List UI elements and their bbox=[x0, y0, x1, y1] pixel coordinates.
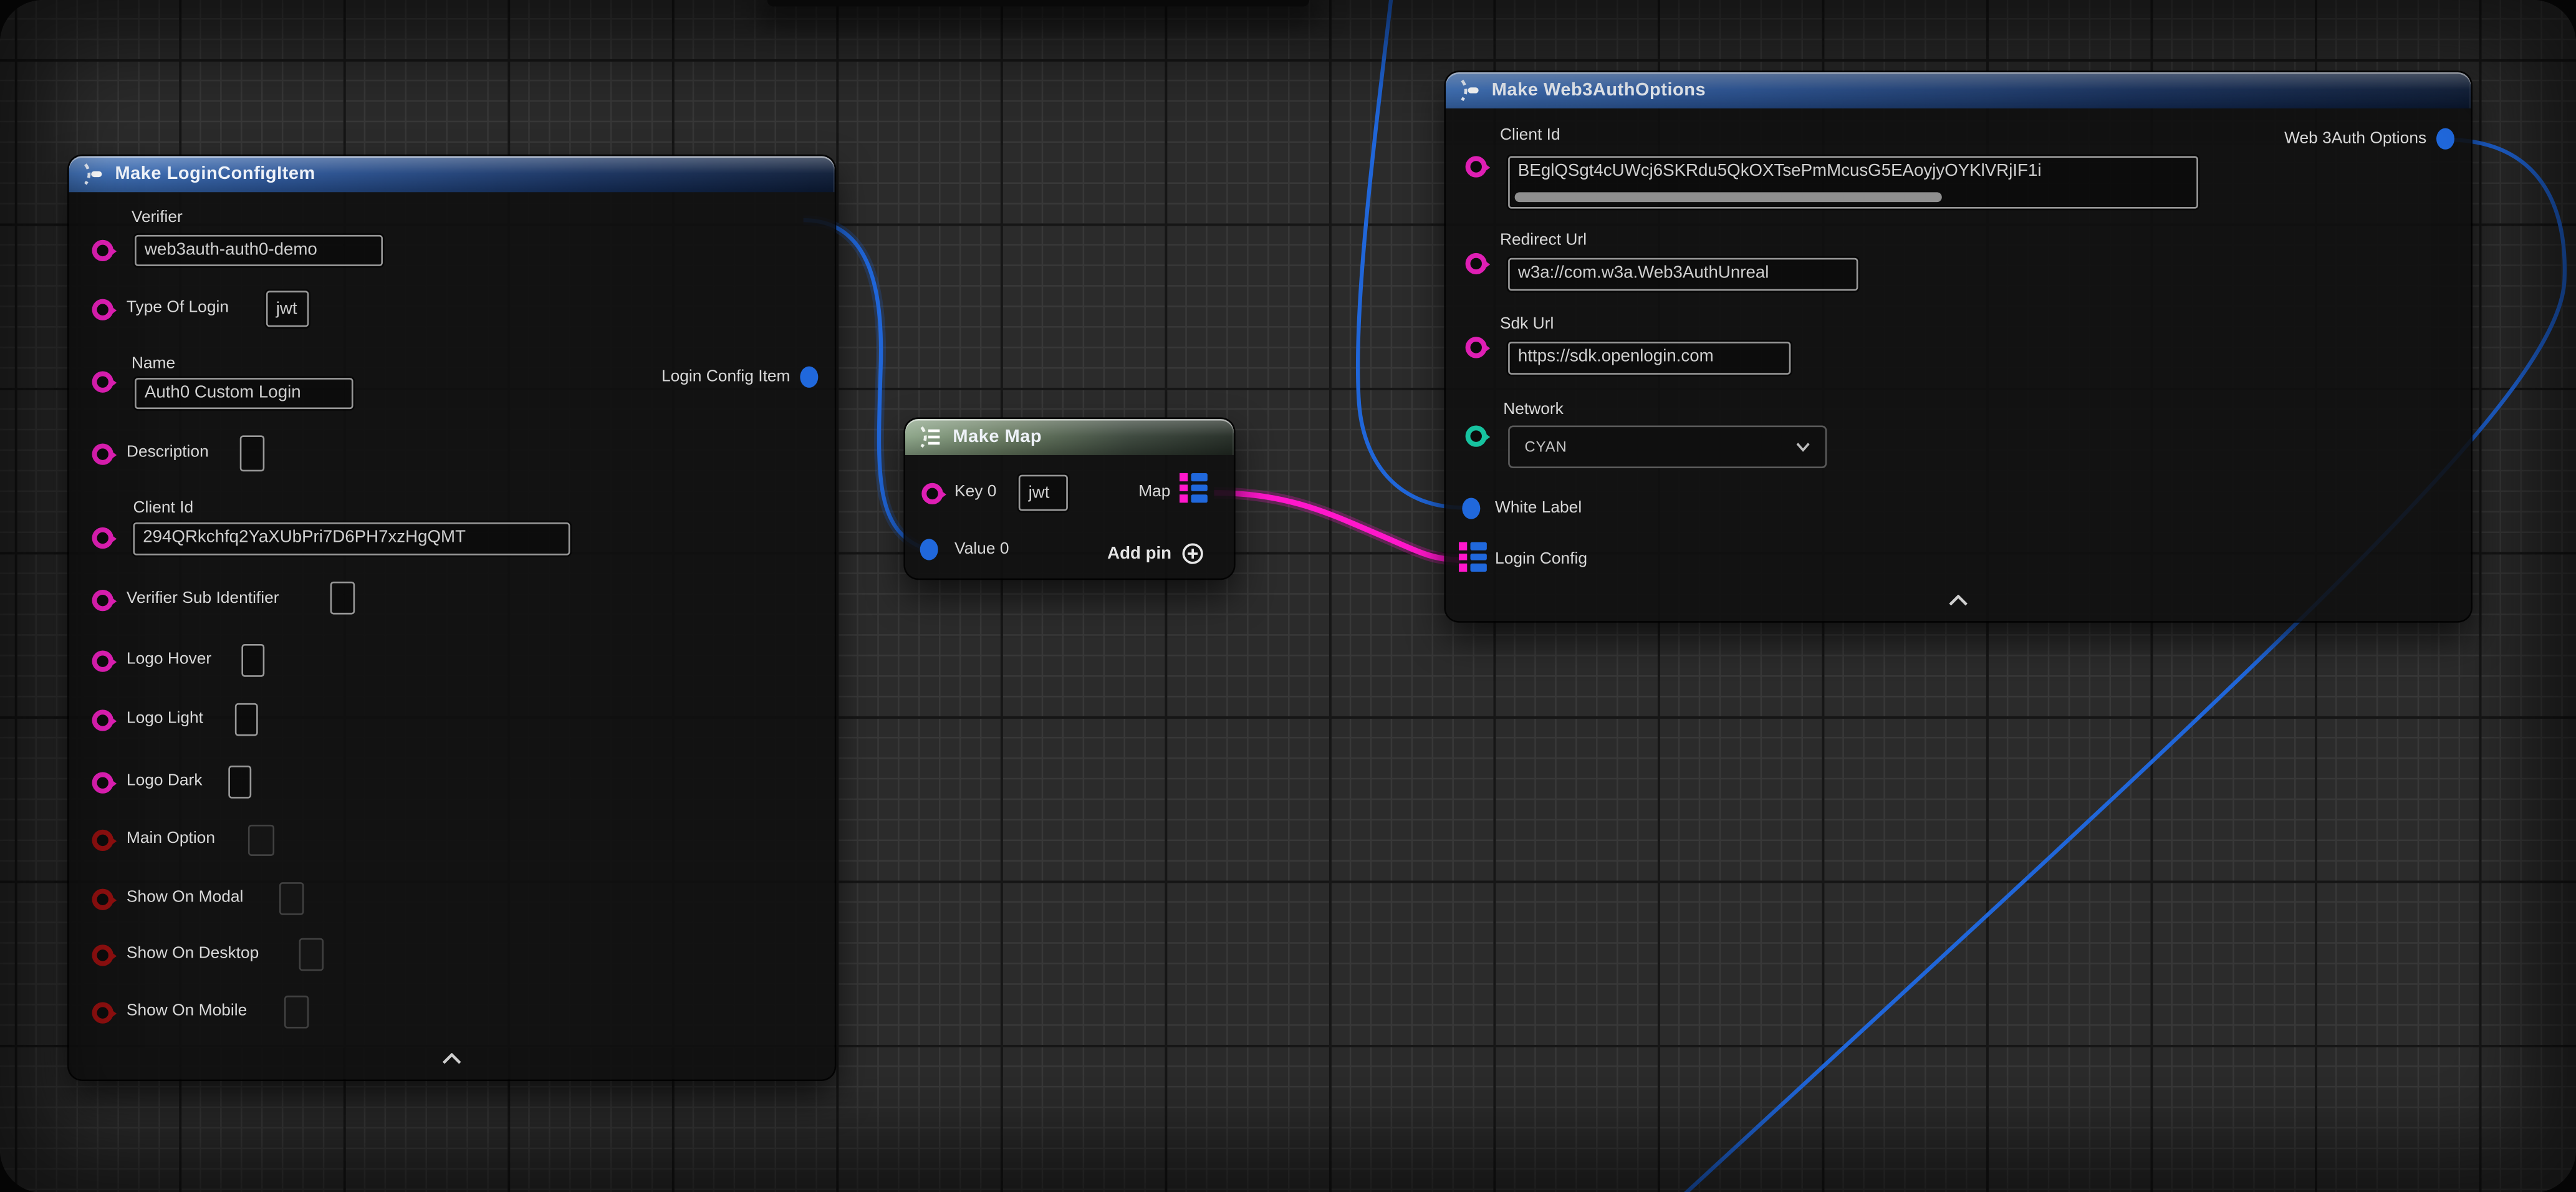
node-header[interactable]: Make Map bbox=[905, 419, 1234, 455]
node-make-map[interactable]: Make Map Key 0 jwt Map Value 0 Add pin bbox=[905, 419, 1234, 579]
logo-light-pin[interactable] bbox=[92, 709, 113, 731]
web3auth-options-output-pin[interactable] bbox=[2436, 128, 2454, 150]
pin-label: White Label bbox=[1495, 499, 1582, 517]
blueprint-graph: Make LoginConfigItem Login Config Item V… bbox=[0, 0, 2576, 1192]
key0-input[interactable]: jwt bbox=[1019, 475, 1068, 511]
pin-label: Logo Dark bbox=[127, 772, 203, 791]
pin-label: Sdk Url bbox=[1500, 315, 1554, 334]
main-option-checkbox[interactable] bbox=[248, 825, 274, 856]
add-pin-plus-icon bbox=[1181, 542, 1204, 565]
graph-canvas[interactable]: Make LoginConfigItem Login Config Item V… bbox=[0, 0, 2576, 1192]
map-output-pin[interactable] bbox=[1180, 473, 1206, 502]
show-on-desktop-pin[interactable] bbox=[92, 944, 113, 966]
show-on-desktop-checkbox[interactable] bbox=[299, 938, 324, 971]
pin-label: Logo Hover bbox=[127, 651, 211, 669]
logo-light-input[interactable] bbox=[235, 703, 258, 736]
pin-label: Redirect Url bbox=[1500, 232, 1587, 250]
node-make-loginconfigitem[interactable]: Make LoginConfigItem Login Config Item V… bbox=[69, 156, 835, 1079]
node-header[interactable]: Make Web3AuthOptions bbox=[1446, 72, 2471, 108]
pin-label: Verifier bbox=[132, 209, 183, 227]
node-title: Make Web3AuthOptions bbox=[1492, 80, 1706, 100]
verifier-sub-identifier-pin[interactable] bbox=[92, 590, 113, 611]
show-on-modal-checkbox[interactable] bbox=[279, 882, 304, 915]
verifier-input[interactable]: web3auth-auth0-demo bbox=[135, 235, 383, 266]
make-struct-icon bbox=[1457, 79, 1482, 102]
output-row: Login Config Item bbox=[661, 367, 818, 388]
pin-label: Client Id bbox=[1500, 127, 1560, 145]
redirect-url-pin[interactable] bbox=[1466, 253, 1487, 274]
description-input[interactable] bbox=[240, 435, 265, 471]
show-on-mobile-checkbox[interactable] bbox=[284, 996, 309, 1029]
description-pin[interactable] bbox=[92, 444, 113, 465]
logo-hover-input[interactable] bbox=[241, 644, 264, 677]
output-pin-label: Login Config Item bbox=[661, 368, 791, 386]
output-pin-label: Web 3Auth Options bbox=[2284, 130, 2426, 148]
offscreen-node-top[interactable] bbox=[767, 0, 1310, 7]
collapse-chevron-icon[interactable] bbox=[442, 1053, 462, 1064]
pin-label: Key 0 bbox=[954, 483, 996, 501]
value0-pin[interactable] bbox=[920, 539, 938, 560]
logo-hover-pin[interactable] bbox=[92, 651, 113, 672]
pin-label: Login Config bbox=[1495, 550, 1587, 569]
pin-label: Name bbox=[132, 355, 175, 373]
pin-label: Logo Light bbox=[127, 709, 203, 728]
sdk-url-pin[interactable] bbox=[1466, 337, 1487, 358]
network-selected-value: CYAN bbox=[1524, 439, 1567, 455]
node-make-web3authoptions[interactable]: Make Web3AuthOptions Web 3Auth Options C… bbox=[1446, 72, 2471, 621]
node-title: Make Map bbox=[953, 427, 1042, 447]
login-config-item-output-pin[interactable] bbox=[800, 367, 818, 388]
pin-label: Client Id bbox=[133, 499, 193, 517]
type-of-login-pin[interactable] bbox=[92, 299, 113, 320]
pin-label: Map bbox=[1138, 483, 1170, 501]
client-id-pin[interactable] bbox=[1466, 156, 1487, 177]
client-id-input[interactable]: 294QRkchfq2YaXUbPri7D6PH7xzHgQMT bbox=[133, 522, 570, 555]
node-header[interactable]: Make LoginConfigItem bbox=[69, 156, 835, 192]
network-pin[interactable] bbox=[1466, 426, 1487, 447]
white-label-pin[interactable] bbox=[1462, 497, 1480, 519]
pin-label: Verifier Sub Identifier bbox=[127, 590, 279, 608]
type-of-login-input[interactable]: jwt bbox=[266, 291, 309, 327]
make-map-icon bbox=[916, 426, 943, 449]
logo-dark-pin[interactable] bbox=[92, 772, 113, 794]
name-pin[interactable] bbox=[92, 372, 113, 393]
pin-label: Show On Modal bbox=[127, 889, 244, 907]
client-id-scrollbar[interactable] bbox=[1515, 192, 1942, 202]
pin-label: Show On Mobile bbox=[127, 1002, 247, 1020]
chevron-down-icon bbox=[1795, 442, 1810, 452]
network-dropdown[interactable]: CYAN bbox=[1508, 426, 1827, 469]
sdk-url-input[interactable]: https://sdk.openlogin.com bbox=[1508, 342, 1790, 375]
verifier-sub-identifier-input[interactable] bbox=[330, 582, 355, 615]
show-on-modal-pin[interactable] bbox=[92, 889, 113, 910]
name-input[interactable]: Auth0 Custom Login bbox=[135, 378, 353, 409]
verifier-pin[interactable] bbox=[92, 240, 113, 261]
pin-label: Network bbox=[1503, 401, 1564, 419]
client-id-pin[interactable] bbox=[92, 527, 113, 549]
make-struct-icon bbox=[80, 163, 105, 186]
main-option-pin[interactable] bbox=[92, 830, 113, 851]
pin-label: Main Option bbox=[127, 830, 215, 848]
pin-label: Type Of Login bbox=[127, 299, 229, 317]
collapse-chevron-icon[interactable] bbox=[1948, 595, 1968, 606]
output-row: Web 3Auth Options bbox=[2284, 128, 2454, 150]
show-on-mobile-pin[interactable] bbox=[92, 1002, 113, 1023]
logo-dark-input[interactable] bbox=[228, 766, 251, 799]
redirect-url-input[interactable]: w3a://com.w3a.Web3AuthUnreal bbox=[1508, 258, 1858, 291]
add-pin-button[interactable]: Add pin bbox=[1107, 542, 1204, 565]
login-config-pin[interactable] bbox=[1459, 542, 1486, 572]
pin-label: Value 0 bbox=[954, 541, 1009, 559]
pin-label: Description bbox=[127, 444, 209, 462]
key0-pin[interactable] bbox=[921, 483, 943, 504]
pin-label: Show On Desktop bbox=[127, 944, 259, 963]
node-title: Make LoginConfigItem bbox=[115, 165, 315, 185]
add-pin-label: Add pin bbox=[1107, 544, 1171, 564]
